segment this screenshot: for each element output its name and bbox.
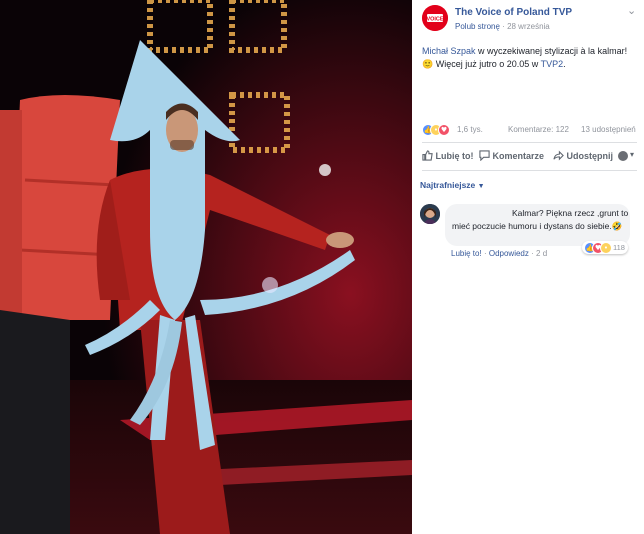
post-sidebar: VOICE The Voice of Poland TVP Polub stro…	[412, 0, 644, 534]
like-page-link[interactable]: Polub stronę	[455, 22, 500, 31]
divider	[422, 142, 637, 143]
shares-count[interactable]: 13 udostępnień	[581, 125, 636, 134]
caret-down-icon: ▾	[630, 150, 635, 159]
logo-text: VOICE	[426, 17, 443, 23]
page-meta: Polub stronę · 28 września	[455, 22, 550, 31]
more-options-icon[interactable]: ⌄	[627, 4, 636, 17]
comment-like-link[interactable]: Lubię to!	[451, 249, 482, 258]
contestant-in-squid-costume-photo	[0, 0, 412, 534]
comment-text: Kalmar? Piękna rzecz ,grunt to mieć pocz…	[452, 207, 630, 233]
haha-reaction-icon: •	[600, 242, 612, 254]
speech-bubble-icon	[479, 150, 490, 162]
reactions-count[interactable]: 1,6 tys.	[457, 125, 483, 134]
comment-button[interactable]: Komentarze	[479, 150, 544, 164]
comment-reply-link[interactable]: Odpowiedz	[489, 249, 529, 258]
caret-down-icon: ▼	[477, 183, 485, 190]
comment-sort-dropdown[interactable]: Najtrafniejsze ▼	[420, 180, 485, 190]
commenter-photo	[420, 204, 440, 224]
commenter-avatar[interactable]	[420, 204, 440, 224]
post-as-selector[interactable]: ▾	[618, 150, 638, 164]
post-text-part1: w wyczekiwanej stylizacji à la kalmar!	[475, 46, 628, 56]
comment-reactions-count: 118	[613, 242, 625, 252]
mention-link[interactable]: Michał Szpak	[422, 46, 476, 56]
separator: ·	[483, 249, 487, 258]
like-button-label: Lubię to!	[435, 151, 474, 161]
viewer-avatar	[618, 151, 628, 161]
post-photo[interactable]	[0, 0, 412, 534]
post-text-end: .	[563, 59, 566, 69]
comment-reactions[interactable]: 👍 ♥ • 118	[582, 241, 628, 254]
page-name[interactable]: The Voice of Poland TVP	[455, 7, 572, 18]
sort-label: Najtrafniejsze	[420, 180, 476, 190]
smile-emoji: 🙂	[422, 60, 434, 70]
comment-age[interactable]: 2 d	[536, 249, 547, 258]
post-text: Michał Szpak w wyczekiwanej stylizacji à…	[422, 45, 637, 72]
voice-logo-icon: VOICE	[422, 5, 448, 31]
separator: ·	[531, 249, 534, 258]
share-button-label: Udostępnij	[566, 151, 614, 161]
share-button[interactable]: Udostępnij	[553, 150, 613, 164]
meta-separator: ·	[502, 22, 505, 31]
comments-count[interactable]: Komentarze: 122	[508, 125, 569, 134]
channel-link[interactable]: TVP2	[541, 59, 564, 69]
comment-button-label: Komentarze	[492, 151, 545, 161]
thumbs-up-icon	[422, 150, 433, 161]
page-avatar[interactable]: VOICE	[422, 5, 448, 31]
like-button[interactable]: Lubię to!	[422, 150, 474, 164]
share-arrow-icon	[553, 150, 564, 161]
rofl-emoji: 🤣	[611, 221, 623, 232]
divider	[422, 170, 637, 171]
reactions-summary[interactable]: 👍 • ♥	[422, 124, 460, 136]
post-text-part2: Więcej już jutro o 20.05 w	[433, 59, 541, 69]
love-reaction-icon: ♥	[438, 124, 450, 136]
comment-actions: Lubię to! · Odpowiedz · 2 d	[451, 249, 547, 258]
comment-body: Kalmar? Piękna rzecz ,grunt to mieć pocz…	[452, 208, 629, 231]
post-date[interactable]: 28 września	[507, 22, 550, 31]
